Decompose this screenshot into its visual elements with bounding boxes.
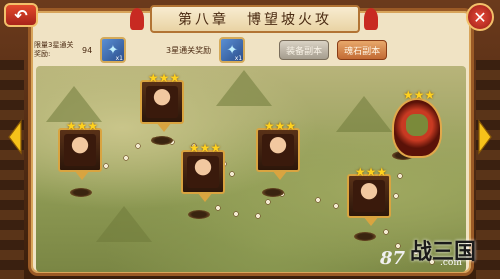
female-portrait [187,156,219,188]
item-quantity: x1 [234,55,243,62]
left-knot-ornament [130,8,144,30]
stage-base [70,188,92,197]
stage-node-4[interactable]: ★★★ [256,119,300,180]
male-general-portrait [262,134,294,166]
star-rating: ★★★ [147,71,181,85]
left-border-pattern [0,60,24,279]
limit-reward-item[interactable]: ✦ x1 [100,37,126,63]
back-button[interactable]: ↶ [4,3,38,27]
pin-pointer [197,192,213,202]
next-chapter-arrow[interactable] [476,117,494,157]
stage-node-5[interactable]: ★★★ [347,165,391,226]
stage-node-1[interactable]: ★★★ [58,119,102,180]
star-rating: ★★★ [354,165,388,179]
pin-pointer [156,122,172,132]
stage-base [354,232,376,241]
star-rating: ★★★ [188,141,222,155]
boss-stage-node[interactable]: ★★★ [392,88,442,158]
chapter-title-bar: 第八章 博望坡火攻 [150,5,360,33]
reward-row: 限量3星通关奖励: 94 ✦ x1 3星通关奖励 ✦ x1 装备副本 魂石副本 [34,36,464,64]
pin-pointer [74,170,90,180]
equip-copy-button[interactable]: 装备副本 [279,40,330,60]
stage-node-3[interactable]: ★★★ [181,141,225,202]
close-icon: ✕ [473,7,487,27]
logo-url: .com [440,258,462,268]
close-button[interactable]: ✕ [466,3,494,31]
chevron-right-icon [478,119,492,155]
chevron-left-icon [8,119,22,155]
female-portrait [146,86,178,118]
stage-node-2[interactable]: ★★★ [140,71,184,132]
male-general-portrait [353,180,385,212]
star-rating: ★★★ [65,119,99,133]
pin-pointer [272,170,288,180]
item-quantity: x1 [115,55,123,62]
soul-copy-button[interactable]: 魂石副本 [337,40,388,60]
prev-chapter-arrow[interactable] [6,117,24,157]
right-knot-ornament [364,8,378,30]
back-arrow-icon: ↶ [14,5,28,25]
star-rating: ★★★ [402,88,436,102]
site-logo: 87 战三国 .com [380,228,490,274]
three-star-reward-label: 3星通关奖励 [166,45,212,55]
male-general-portrait [64,134,96,166]
logo-number: 87 [380,248,406,269]
star-rating: ★★★ [263,119,297,133]
stage-title: 博望坡火攻 [247,12,332,28]
stage-base [151,136,173,145]
stage-base [188,210,210,219]
pin-pointer [363,216,379,226]
limit-reward-count: 94 [82,45,93,55]
three-star-reward-item[interactable]: ✦ x1 [219,37,246,63]
limit-reward-label: 限量3星通关奖励: [34,41,74,58]
boss-portrait [406,114,428,136]
stage-base [262,188,284,197]
chapter-number: 第八章 [178,12,229,28]
